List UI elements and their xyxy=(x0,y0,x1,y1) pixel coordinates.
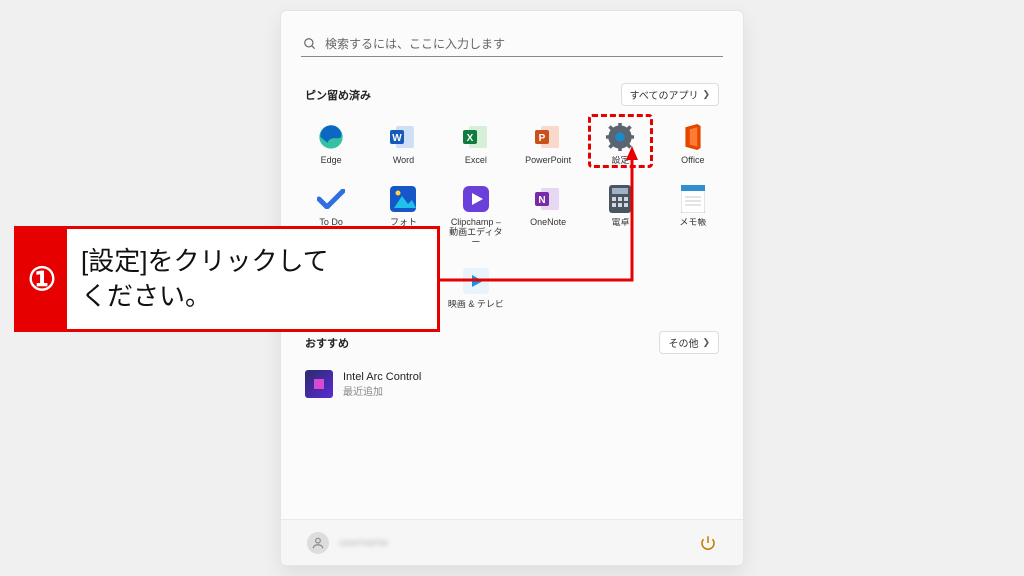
app-label: 電卓 xyxy=(611,218,629,228)
app-tile-clipchamp[interactable]: Clipchamp – 動画エディター xyxy=(440,180,512,252)
app-label: Word xyxy=(393,156,414,166)
search-placeholder: 検索するには、ここに入力します xyxy=(325,35,505,52)
svg-text:X: X xyxy=(466,133,473,144)
svg-text:P: P xyxy=(539,133,546,144)
svg-text:W: W xyxy=(393,133,403,144)
app-label: Edge xyxy=(321,156,342,166)
onenote-icon: N xyxy=(533,184,563,214)
app-label: メモ帳 xyxy=(679,218,706,228)
chevron-right-icon: ❯ xyxy=(702,89,710,100)
callout-text: [設定]をクリックして ください。 xyxy=(67,238,343,320)
search-box[interactable]: 検索するには、ここに入力します xyxy=(301,31,723,57)
powerpoint-icon: P xyxy=(533,122,563,152)
callout-number: ① xyxy=(17,229,67,329)
app-tile-notepad[interactable]: メモ帳 xyxy=(657,180,729,252)
app-tile-movies[interactable]: 映画 & テレビ xyxy=(440,262,512,314)
app-tile-word[interactable]: W Word xyxy=(367,118,439,170)
chevron-right-icon: ❯ xyxy=(702,337,710,348)
recommended-subtext: 最近追加 xyxy=(343,383,421,398)
avatar-icon xyxy=(307,532,329,554)
movies-icon xyxy=(461,266,491,296)
all-apps-button[interactable]: すべてのアプリ ❯ xyxy=(621,83,719,106)
recommended-more-button[interactable]: その他 ❯ xyxy=(659,331,719,354)
pinned-title: ピン留め済み xyxy=(305,87,371,103)
notepad-icon xyxy=(678,184,708,214)
svg-text:N: N xyxy=(539,195,546,206)
app-label: Office xyxy=(681,156,704,166)
excel-icon: X xyxy=(461,122,491,152)
edge-icon xyxy=(316,122,346,152)
search-icon xyxy=(303,37,317,51)
recommended-name: Intel Arc Control xyxy=(343,371,421,383)
pinned-header: ピン留め済み すべてのアプリ ❯ xyxy=(305,83,719,106)
app-tile-settings[interactable]: 設定 xyxy=(584,118,656,170)
clipchamp-icon xyxy=(461,184,491,214)
app-label: OneNote xyxy=(530,218,566,228)
app-tile-calculator[interactable]: 電卓 xyxy=(584,180,656,252)
app-tile-onenote[interactable]: N OneNote xyxy=(512,180,584,252)
user-account-button[interactable]: username xyxy=(307,532,388,554)
app-label: PowerPoint xyxy=(525,156,571,166)
recommended-item[interactable]: Intel Arc Control 最近追加 xyxy=(305,366,719,402)
todo-icon xyxy=(316,184,346,214)
app-label: 設定 xyxy=(611,156,629,166)
recommended-title: おすすめ xyxy=(305,335,349,351)
start-menu-footer: username xyxy=(281,519,743,565)
app-tile-office[interactable]: Office xyxy=(657,118,729,170)
all-apps-label: すべてのアプリ xyxy=(630,87,699,102)
recommended-more-label: その他 xyxy=(668,335,698,350)
app-label: Clipchamp – 動画エディター xyxy=(446,218,506,248)
calculator-icon xyxy=(605,184,635,214)
app-tile-excel[interactable]: X Excel xyxy=(440,118,512,170)
word-icon: W xyxy=(388,122,418,152)
office-icon xyxy=(678,122,708,152)
intel-arc-icon xyxy=(305,370,333,398)
user-name: username xyxy=(339,537,388,549)
recommended-header: おすすめ その他 ❯ xyxy=(305,331,719,354)
power-button[interactable] xyxy=(699,534,717,552)
app-tile-edge[interactable]: Edge xyxy=(295,118,367,170)
photos-icon xyxy=(388,184,418,214)
app-label: Excel xyxy=(465,156,487,166)
settings-icon xyxy=(605,122,635,152)
recommended-list: Intel Arc Control 最近追加 xyxy=(281,362,743,406)
app-tile-powerpoint[interactable]: P PowerPoint xyxy=(512,118,584,170)
instruction-callout: ① [設定]をクリックして ください。 xyxy=(14,226,440,332)
app-label: 映画 & テレビ xyxy=(448,300,504,310)
